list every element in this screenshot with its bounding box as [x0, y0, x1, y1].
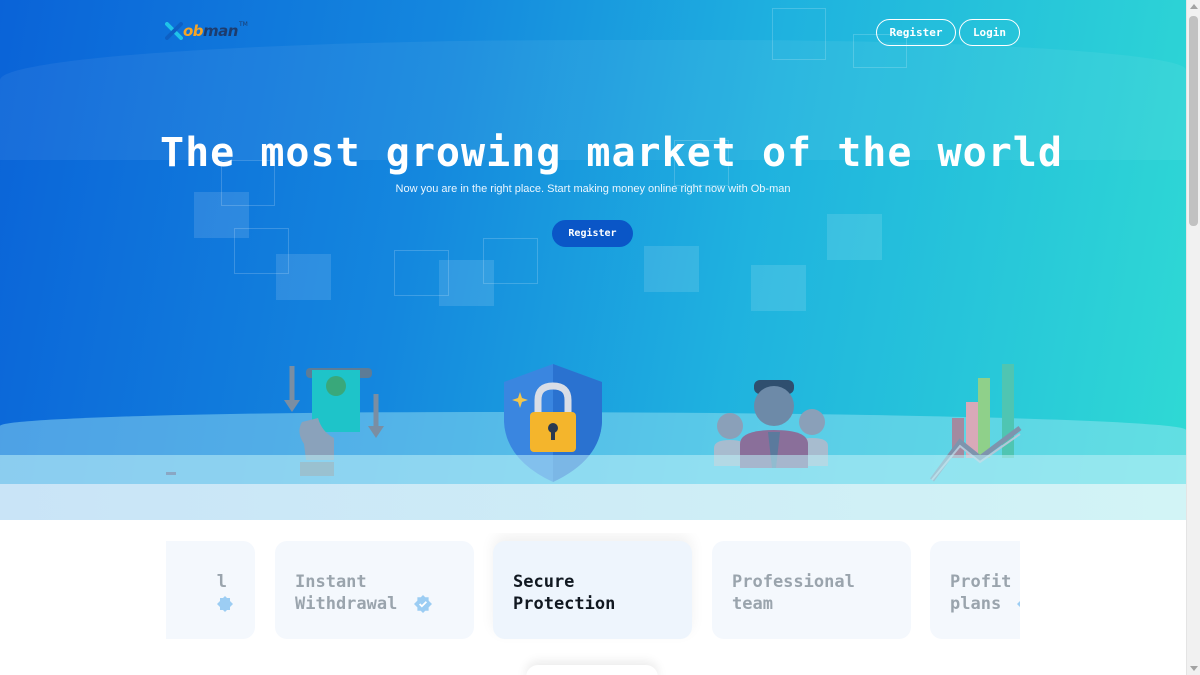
hero-subtitle: Now you are in the right place. Start ma… [395, 183, 791, 195]
feature-card-title-line2: Withdrawal [295, 594, 398, 614]
features-carousel: l Instant Withdrawal Secure Protection P… [166, 533, 1020, 645]
feature-card[interactable]: l [166, 541, 255, 639]
scroll-down-icon[interactable] [1190, 666, 1198, 671]
feature-card-professional-team[interactable]: Professional team [712, 541, 911, 639]
hero-title: The most growing market of the world [160, 130, 1063, 176]
login-button[interactable]: Login [959, 19, 1020, 46]
decor-square [827, 214, 882, 260]
hero-register-button[interactable]: Register [552, 220, 633, 247]
feature-card-title-line1: Profit [950, 572, 1012, 592]
logo-trademark: TM [238, 20, 248, 28]
feature-card-title-line2: Protection [513, 594, 616, 614]
section-tab [526, 665, 658, 675]
hero-wave [0, 484, 1186, 520]
logo-text-man: man [203, 22, 238, 40]
feature-card-title-line1: Instant [295, 572, 367, 592]
logo-x-icon [165, 22, 183, 40]
decor-square [276, 254, 331, 300]
feature-card-title-line1: Secure [513, 572, 575, 592]
logo-text: obman [183, 22, 238, 40]
decor-square [483, 238, 538, 284]
scroll-up-icon[interactable] [1190, 4, 1198, 9]
verified-badge-icon [413, 595, 432, 613]
feature-card-secure-protection[interactable]: Secure Protection [493, 541, 692, 639]
decor-square [644, 246, 699, 292]
feature-card-title-line2: team [732, 594, 773, 614]
feature-card-title-line1: Professional [732, 572, 855, 592]
feature-card-profit-plans[interactable]: Profit plans [930, 541, 1020, 639]
page-scrollbar[interactable] [1186, 0, 1200, 675]
feature-card-instant-withdrawal[interactable]: Instant Withdrawal [275, 541, 474, 639]
scrollbar-thumb[interactable] [1189, 16, 1198, 226]
feature-card-title: l [216, 572, 227, 592]
logo-text-ob: ob [183, 22, 204, 40]
decor-square [772, 8, 826, 60]
register-button[interactable]: Register [876, 19, 956, 46]
slider-indicator [166, 472, 176, 475]
site-logo[interactable]: obman TM [165, 20, 248, 40]
verified-badge-icon [1017, 601, 1020, 607]
verified-badge-icon [217, 596, 233, 612]
decor-square [751, 265, 806, 311]
hero-section: obman TM Register Login The most growing … [0, 0, 1186, 520]
feature-card-title-line2: plans [950, 594, 1002, 614]
